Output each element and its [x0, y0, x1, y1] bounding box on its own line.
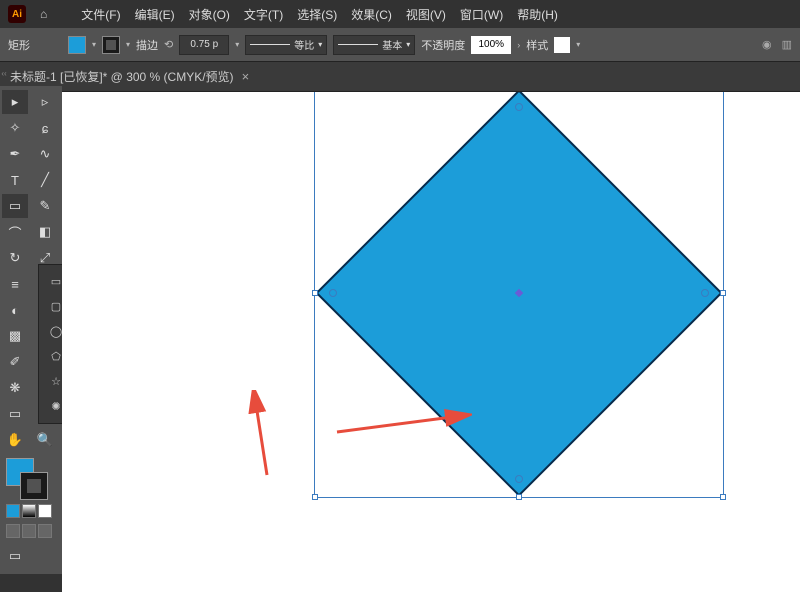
- stroke-dropdown-icon[interactable]: ▾: [126, 40, 130, 49]
- menu-edit[interactable]: 编辑(E): [135, 6, 175, 23]
- eyedropper-tool[interactable]: ✐: [2, 350, 28, 374]
- lasso-tool[interactable]: ɕ: [32, 116, 58, 140]
- fill-dropdown-icon[interactable]: ▾: [92, 40, 96, 49]
- screen-mode-tool[interactable]: ▭: [2, 542, 28, 570]
- bounding-box: [314, 92, 724, 498]
- toolbar-collapse-icon[interactable]: [0, 64, 8, 82]
- opacity-arrow-icon[interactable]: ›: [517, 40, 520, 50]
- corner-widget[interactable]: [515, 475, 523, 483]
- stroke-weight-input[interactable]: [179, 35, 229, 55]
- artboard-tool[interactable]: ▭: [2, 402, 28, 426]
- link-icon[interactable]: ⟲: [164, 38, 173, 51]
- zoom-tool[interactable]: 🔍: [32, 428, 58, 452]
- align-icon[interactable]: ▥: [782, 38, 792, 51]
- color-mode-icon[interactable]: [6, 504, 20, 518]
- annotation-arrow-up: [242, 390, 282, 480]
- handle-bl[interactable]: [312, 494, 318, 500]
- canvas-area[interactable]: [62, 92, 800, 592]
- brush-combo[interactable]: 基本▾: [333, 35, 415, 55]
- draw-normal-icon[interactable]: [6, 524, 20, 538]
- none-mode-icon[interactable]: [38, 504, 52, 518]
- fill-swatch[interactable]: [68, 36, 86, 54]
- direct-selection-tool[interactable]: ▹: [32, 90, 58, 114]
- hand-tool[interactable]: ✋: [2, 428, 28, 452]
- rectangle-icon: ▭: [49, 275, 63, 289]
- profile-combo[interactable]: 等比▾: [245, 35, 327, 55]
- rotate-tool[interactable]: ↻: [2, 246, 28, 270]
- gradient-mode-icon[interactable]: [22, 504, 36, 518]
- corner-widget[interactable]: [515, 103, 523, 111]
- menu-help[interactable]: 帮助(H): [517, 6, 558, 23]
- handle-r[interactable]: [720, 290, 726, 296]
- center-point-icon: [515, 289, 523, 297]
- stroke-color-icon[interactable]: [20, 472, 48, 500]
- ellipse-icon: ◯: [49, 325, 63, 339]
- menu-window[interactable]: 窗口(W): [460, 6, 503, 23]
- menu-view[interactable]: 视图(V): [406, 6, 446, 23]
- draw-inside-icon[interactable]: [38, 524, 52, 538]
- menu-text[interactable]: 文字(T): [244, 6, 283, 23]
- shaper-tool[interactable]: ⌒: [2, 220, 28, 244]
- corner-widget[interactable]: [329, 289, 337, 297]
- polygon-icon: ⬠: [49, 350, 63, 364]
- width-tool[interactable]: ≡: [2, 272, 28, 296]
- app-logo-icon: Ai: [8, 5, 26, 23]
- close-tab-icon[interactable]: ×: [242, 69, 250, 84]
- symbol-sprayer-tool[interactable]: ❋: [2, 376, 28, 400]
- style-dropdown-icon[interactable]: ▾: [576, 40, 580, 49]
- menu-effect[interactable]: 效果(C): [351, 6, 392, 23]
- home-icon[interactable]: ⌂: [40, 7, 47, 21]
- color-mode-row: [2, 502, 60, 520]
- menu-object[interactable]: 对象(O): [189, 6, 230, 23]
- draw-modes: [2, 522, 60, 540]
- stroke-swatch[interactable]: [102, 36, 120, 54]
- corner-widget[interactable]: [701, 289, 709, 297]
- menu-file[interactable]: 文件(F): [81, 6, 120, 23]
- opacity-label: 不透明度: [421, 37, 465, 53]
- magic-wand-tool[interactable]: ✧: [2, 116, 28, 140]
- stroke-label: 描边: [136, 37, 158, 53]
- rounded-rectangle-icon: ▢: [49, 300, 63, 314]
- curvature-tool[interactable]: ∿: [32, 142, 58, 166]
- handle-l[interactable]: [312, 290, 318, 296]
- mesh-tool[interactable]: ▩: [2, 324, 28, 348]
- paintbrush-tool[interactable]: ✎: [32, 194, 58, 218]
- recolor-icon[interactable]: ◉: [762, 38, 772, 51]
- selection-tool[interactable]: ▸: [2, 90, 28, 114]
- menu-select[interactable]: 选择(S): [297, 6, 337, 23]
- rectangle-tool[interactable]: ▭: [2, 194, 28, 218]
- document-tab-title[interactable]: 未标题-1 [已恢复]* @ 300 % (CMYK/预览): [10, 68, 234, 85]
- type-tool[interactable]: T: [2, 168, 28, 192]
- weight-dropdown-icon[interactable]: ▾: [235, 40, 239, 49]
- shape-name-label: 矩形: [8, 37, 62, 53]
- handle-b[interactable]: [516, 494, 522, 500]
- shape-builder-tool[interactable]: ◐: [2, 298, 28, 322]
- fill-stroke-control[interactable]: [2, 454, 60, 500]
- flare-icon: ✺: [49, 400, 63, 414]
- line-tool[interactable]: ╱: [32, 168, 58, 192]
- style-label: 样式: [526, 37, 548, 53]
- eraser-tool[interactable]: ◧: [32, 220, 58, 244]
- opacity-input[interactable]: [471, 36, 511, 54]
- selected-shape[interactable]: [314, 92, 724, 498]
- style-swatch[interactable]: [554, 37, 570, 53]
- handle-br[interactable]: [720, 494, 726, 500]
- draw-behind-icon[interactable]: [22, 524, 36, 538]
- pen-tool[interactable]: ✒: [2, 142, 28, 166]
- star-icon: ☆: [49, 375, 63, 389]
